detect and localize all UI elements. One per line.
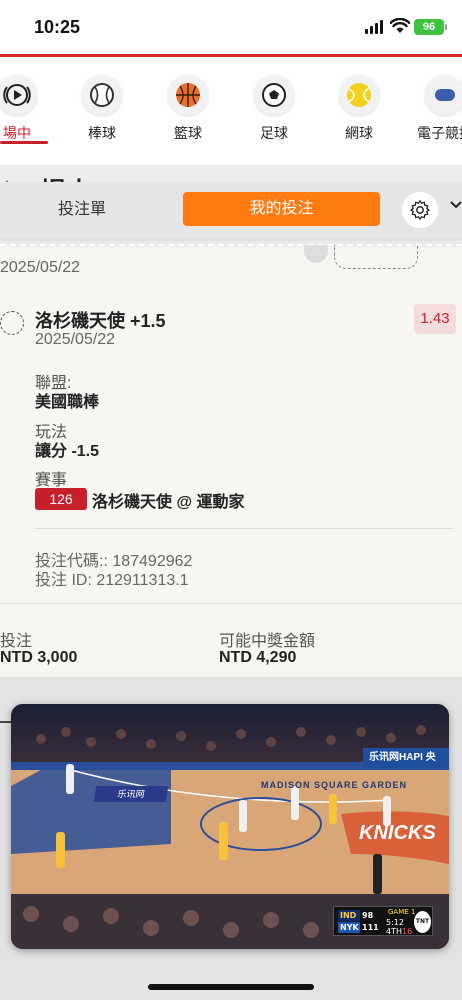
team2-score: 111: [362, 923, 379, 932]
divider: [0, 603, 462, 604]
tennis-icon: [339, 75, 379, 115]
odds-badge: 1.43: [414, 304, 456, 334]
team1-abbr: IND: [338, 910, 360, 921]
event-label: 賽事: [35, 472, 68, 489]
baseball-icon: [82, 75, 122, 115]
bet-card: 2025/05/22 洛杉磯天使 +1.5 1.43 2025/05/22 聯盟…: [0, 245, 462, 677]
floor-advert: 乐讯网: [93, 786, 169, 802]
sport-tab-esports[interactable]: 電子競技: [410, 75, 462, 143]
market-value: 讓分 -1.5: [35, 443, 100, 460]
peek-icon: [304, 245, 328, 263]
status-time: 10:25: [34, 17, 81, 37]
svg-text:KNICKS: KNICKS: [359, 822, 436, 844]
soccer-icon: [254, 75, 294, 115]
live-video-player[interactable]: KNICKS 乐讯网HAPI 央 乐讯网 MADISON SQUARE GARD…: [11, 704, 449, 949]
team1-score: 98: [362, 911, 374, 920]
bet-date: 2025/05/22: [35, 331, 116, 348]
team2-abbr: NYK: [338, 922, 360, 933]
sport-tab-label: 電子競技: [417, 125, 462, 141]
shot-clock: 16: [402, 927, 413, 936]
gear-icon: [410, 200, 430, 220]
sport-tab-tennis[interactable]: 網球: [324, 75, 394, 143]
stake-value: NTD 3,000: [0, 649, 78, 666]
status-bar: 10:25 96: [0, 0, 462, 54]
settings-button[interactable]: [402, 192, 438, 228]
bet-panel-tabs: 投注單 我的投注: [0, 182, 462, 238]
home-indicator[interactable]: [148, 984, 314, 990]
cellular-signal-icon: [365, 20, 385, 34]
sport-tab-basketball[interactable]: 籃球: [153, 75, 223, 143]
sport-tab-live[interactable]: 場中: [0, 75, 52, 143]
game-label: GAME 1: [388, 908, 416, 916]
battery-indicator: 96: [414, 19, 447, 35]
peek-pill: [334, 245, 418, 269]
sports-nav: 場中 棒球 籃球 足球 網球 電子競技: [0, 57, 462, 165]
tab-bet-slip[interactable]: 投注單: [22, 194, 142, 226]
live-icon: [0, 75, 37, 115]
basketball-icon: [168, 75, 208, 115]
sport-tab-soccer[interactable]: 足球: [239, 75, 309, 143]
select-radio[interactable]: [0, 311, 24, 335]
sport-tab-label: 網球: [345, 125, 373, 141]
esports-icon: [425, 75, 462, 115]
arena-advert: 乐讯网HAPI 央: [363, 748, 449, 768]
previous-bet-date: 2025/05/22: [0, 259, 81, 276]
league-value: 美國職棒: [35, 394, 100, 411]
active-tab-underline: [0, 141, 48, 144]
score-bug: IND 98 NYK 111 GAME 1 5:12 4TH 16 TNT: [333, 906, 433, 936]
sport-tab-label: 場中: [3, 125, 31, 141]
quarter: 4TH: [386, 927, 402, 936]
event-matchup: 洛杉磯天使 @ 運動家: [92, 494, 245, 511]
chevron-down-icon[interactable]: [450, 200, 462, 210]
stake-label: 投注: [0, 633, 33, 650]
event-id-badge: 126: [35, 488, 87, 510]
network-logo: TNT: [414, 911, 431, 933]
divider: [35, 528, 453, 529]
floor-text: MADISON SQUARE GARDEN: [261, 780, 408, 790]
sport-tab-label: 籃球: [174, 125, 202, 141]
bet-id: 投注 ID: 212911313.1: [35, 572, 189, 589]
payout-value: NTD 4,290: [219, 649, 297, 666]
sport-tab-label: 棒球: [88, 125, 116, 141]
sport-tab-label: 足球: [260, 125, 288, 141]
payout-label: 可能中獎金額: [219, 633, 316, 650]
sport-tab-baseball[interactable]: 棒球: [67, 75, 137, 143]
wifi-icon: [390, 18, 410, 33]
bet-selection: 洛杉磯天使 +1.5: [35, 311, 166, 331]
tab-my-bets[interactable]: 我的投注: [183, 192, 380, 226]
